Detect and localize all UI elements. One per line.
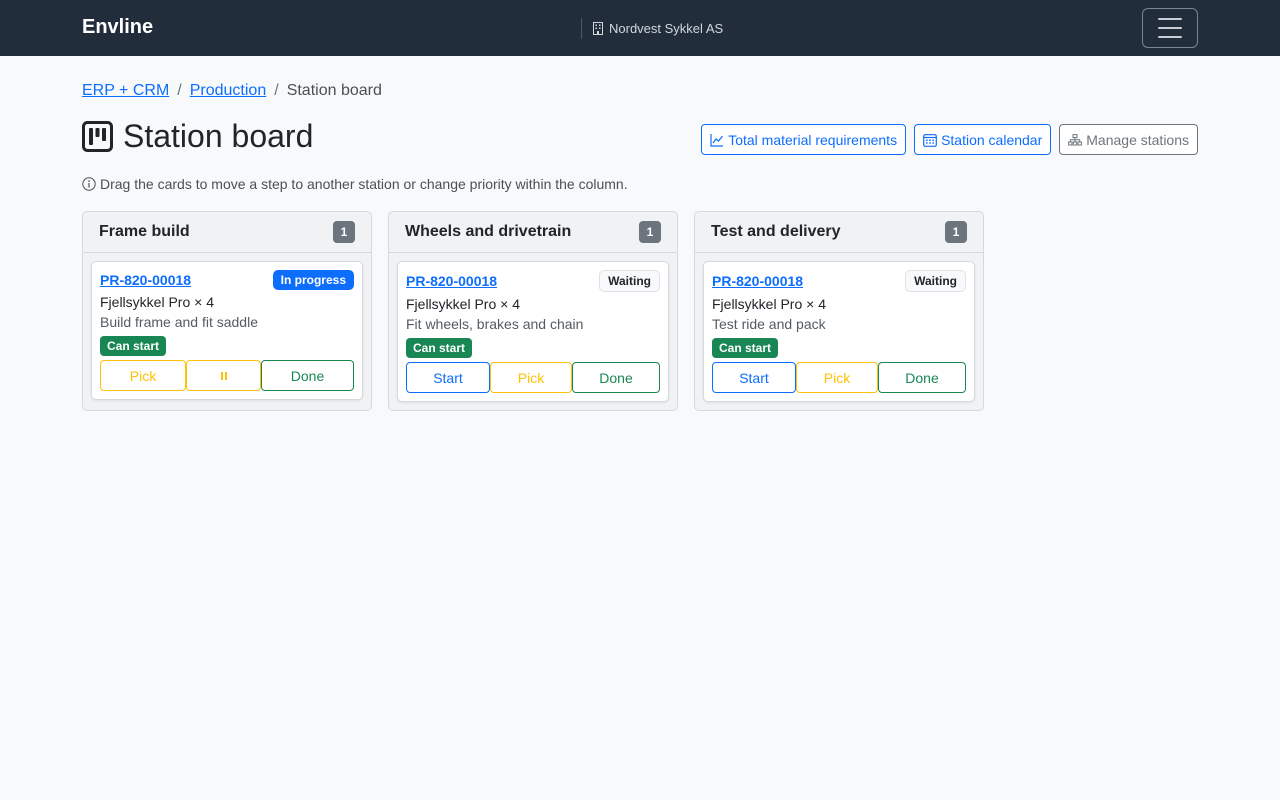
step-card[interactable]: PR-820-00018 Waiting Fjellsykkel Pro × 4… (703, 261, 975, 402)
done-button[interactable]: Done (878, 362, 966, 393)
company-indicator: Nordvest Sykkel AS (581, 18, 723, 39)
step-card[interactable]: PR-820-00018 In progress Fjellsykkel Pro… (91, 261, 363, 400)
order-link[interactable]: PR-820-00018 (100, 272, 191, 288)
breadcrumb-erp-crm[interactable]: ERP + CRM (82, 82, 169, 100)
hamburger-icon (1158, 18, 1182, 20)
can-start-badge: Can start (406, 338, 473, 358)
column-header: Wheels and drivetrain 1 (389, 212, 677, 253)
pick-button[interactable]: Pick (796, 362, 878, 393)
calendar-icon (923, 133, 937, 147)
order-link[interactable]: PR-820-00018 (406, 273, 497, 289)
start-button[interactable]: Start (406, 362, 490, 393)
can-start-badge: Can start (100, 336, 167, 356)
card-actions: Pick Done (100, 360, 354, 391)
material-requirements-label: Total material requirements (728, 131, 898, 148)
column-count-badge: 1 (945, 221, 967, 243)
drag-hint-text: Drag the cards to move a step to another… (100, 176, 628, 192)
column-title: Test and delivery (711, 223, 841, 240)
info-circle-icon (82, 177, 96, 191)
step-description: Build frame and fit saddle (100, 314, 258, 330)
status-badge: Waiting (599, 270, 660, 292)
header-actions: Total material requirements Station cale… (701, 124, 1198, 155)
column-header: Frame build 1 (83, 212, 371, 253)
pick-button[interactable]: Pick (100, 360, 186, 391)
breadcrumb-production[interactable]: Production (190, 82, 267, 100)
material-requirements-button[interactable]: Total material requirements (701, 124, 907, 155)
page-header: Station board (82, 118, 313, 155)
product-line: Fjellsykkel Pro × 4 (712, 296, 826, 312)
can-start-badge: Can start (712, 338, 779, 358)
menu-toggle-button[interactable] (1142, 8, 1198, 48)
pause-button[interactable] (186, 360, 261, 391)
column-body: PR-820-00018 Waiting Fjellsykkel Pro × 4… (695, 253, 983, 410)
station-calendar-label: Station calendar (941, 131, 1043, 148)
station-column-test-and-delivery: Test and delivery 1 PR-820-00018 Waiting… (694, 211, 984, 411)
station-calendar-button[interactable]: Station calendar (914, 124, 1052, 155)
column-header: Test and delivery 1 (695, 212, 983, 253)
manage-stations-label: Manage stations (1086, 131, 1189, 148)
page-title: Station board (123, 118, 314, 154)
column-title: Wheels and drivetrain (405, 223, 572, 240)
graph-up-icon (710, 133, 724, 147)
manage-stations-button[interactable]: Manage stations (1059, 124, 1198, 155)
column-body: PR-820-00018 Waiting Fjellsykkel Pro × 4… (389, 253, 677, 410)
drag-hint: Drag the cards to move a step to another… (82, 176, 628, 192)
done-button[interactable]: Done (261, 360, 354, 391)
diagram-icon (1068, 133, 1083, 145)
breadcrumb-separator: / (177, 82, 182, 99)
breadcrumb: ERP + CRM / Production / Station board (82, 82, 382, 100)
card-actions: Start Pick Done (406, 362, 660, 393)
pick-button[interactable]: Pick (490, 362, 572, 393)
step-description: Test ride and pack (712, 316, 826, 332)
step-description: Fit wheels, brakes and chain (406, 316, 584, 332)
column-title: Frame build (99, 223, 190, 240)
step-card[interactable]: PR-820-00018 Waiting Fjellsykkel Pro × 4… (397, 261, 669, 402)
status-badge: In progress (272, 270, 354, 290)
done-button[interactable]: Done (572, 362, 660, 393)
breadcrumb-current: Station board (286, 82, 382, 99)
column-count-badge: 1 (333, 221, 355, 243)
brand-logo[interactable]: Envline (82, 16, 153, 39)
kanban-icon (82, 121, 113, 152)
product-line: Fjellsykkel Pro × 4 (406, 296, 520, 312)
product-line: Fjellsykkel Pro × 4 (100, 294, 214, 310)
company-name: Nordvest Sykkel AS (609, 21, 724, 36)
order-link[interactable]: PR-820-00018 (712, 273, 803, 289)
station-column-wheels-and-drivetrain: Wheels and drivetrain 1 PR-820-00018 Wai… (388, 211, 678, 411)
station-column-frame-build: Frame build 1 PR-820-00018 In progress F… (82, 211, 372, 411)
station-board: Frame build 1 PR-820-00018 In progress F… (82, 211, 984, 411)
building-icon (593, 22, 603, 35)
card-actions: Start Pick Done (712, 362, 966, 393)
status-badge: Waiting (905, 270, 966, 292)
start-button[interactable]: Start (712, 362, 796, 393)
column-count-badge: 1 (639, 221, 661, 243)
column-body: PR-820-00018 In progress Fjellsykkel Pro… (83, 253, 371, 408)
top-navbar: Envline Nordvest Sykkel AS (0, 0, 1280, 56)
pause-icon (220, 371, 227, 380)
breadcrumb-separator: / (274, 82, 279, 99)
